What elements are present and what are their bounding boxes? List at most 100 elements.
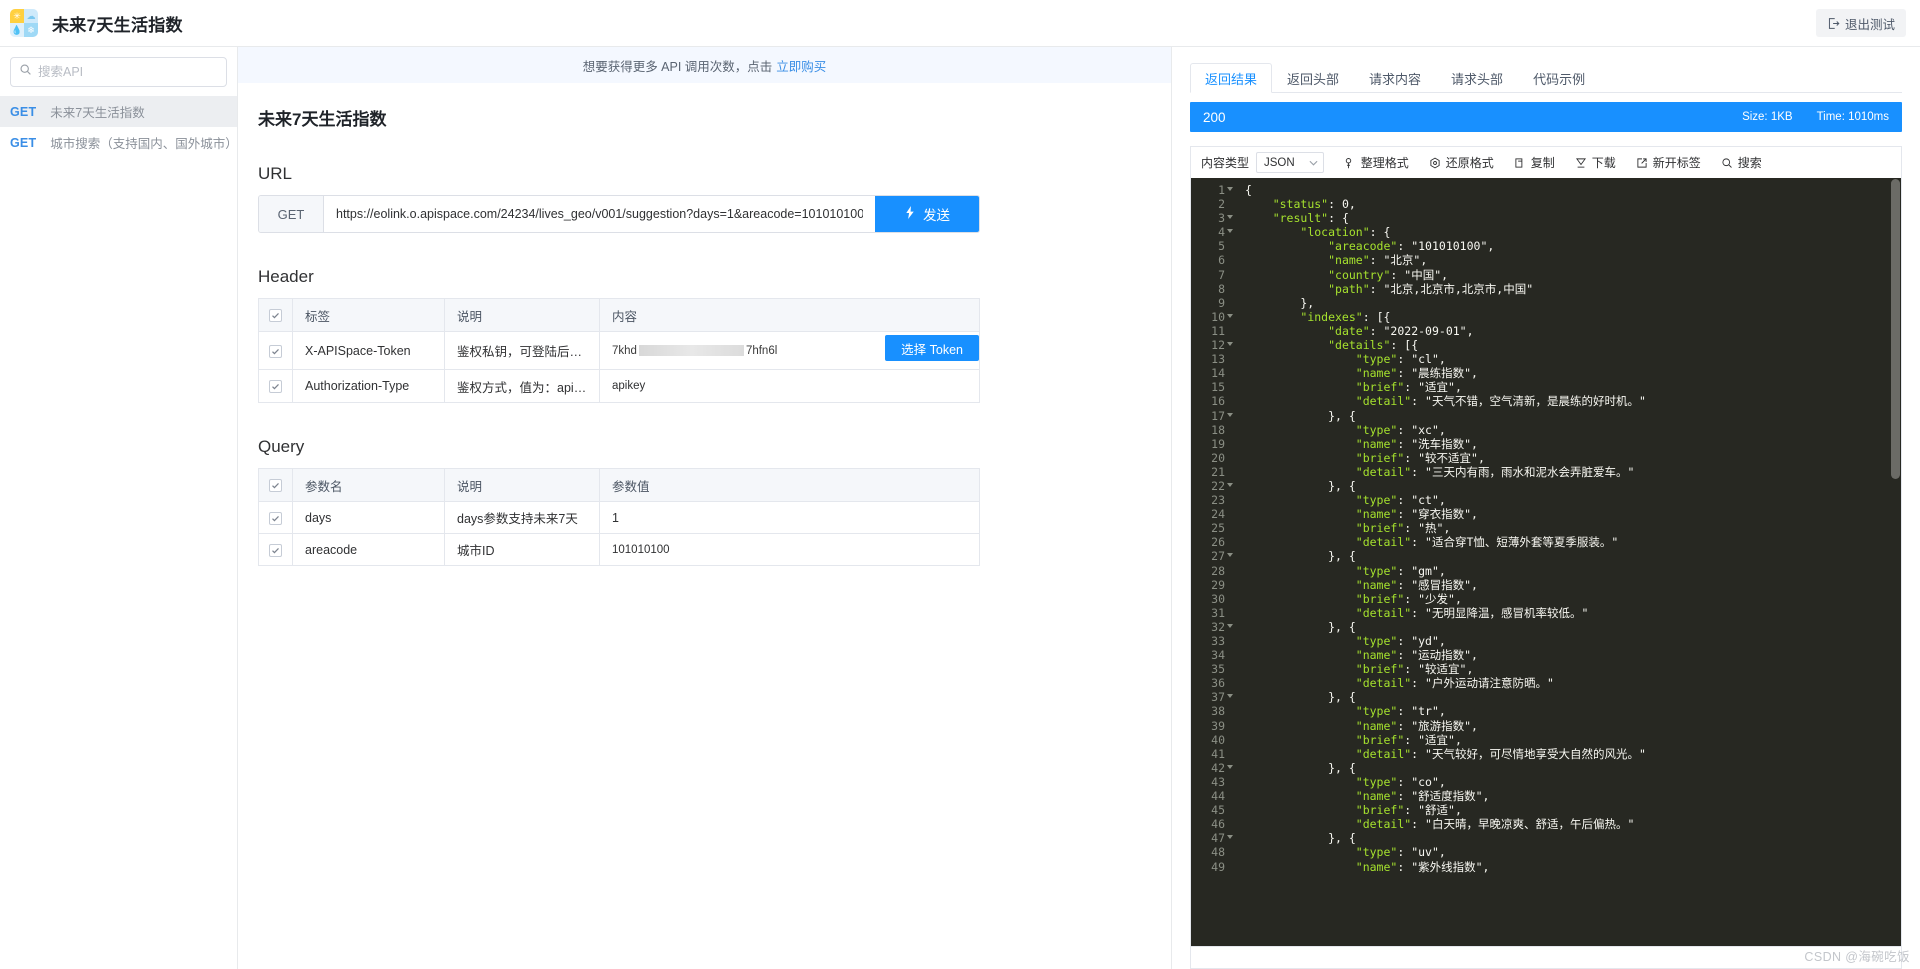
- code-line: "type": "cl",: [1355, 352, 1446, 367]
- code-fold-icon[interactable]: [1227, 482, 1233, 487]
- tab-request-headers[interactable]: 请求头部: [1436, 63, 1518, 93]
- code-line: }, {: [1245, 549, 1356, 564]
- url-method-label[interactable]: GET: [259, 196, 324, 232]
- code-line: "name": "北京",: [1328, 253, 1428, 268]
- row-checkbox[interactable]: [269, 380, 282, 394]
- send-button[interactable]: 发送: [875, 196, 979, 232]
- response-code-editor[interactable]: 1 2 3 4 5 6 7 8 9 10 11 12 13 14 15 16 17 18 19 20 21 22 23 24 2…: [1190, 178, 1902, 947]
- code-fold-icon[interactable]: [1227, 342, 1233, 347]
- code-line-number: 15: [1211, 380, 1225, 395]
- restore-button[interactable]: 还原格式: [1429, 154, 1494, 171]
- code-search-button[interactable]: 搜索: [1721, 154, 1762, 171]
- code-fold-icon[interactable]: [1227, 553, 1233, 558]
- select-token-button[interactable]: 选择 Token: [885, 335, 979, 361]
- header-row-name: X-APISpace-Token: [292, 331, 445, 370]
- code-fold-icon[interactable]: [1227, 412, 1233, 417]
- status-meta: Size: 1KB Time: 1010ms: [1742, 111, 1889, 123]
- new-tab-icon: [1636, 157, 1648, 169]
- code-fold-icon[interactable]: [1227, 313, 1233, 318]
- api-detail-panel: 想要获得更多 API 调用次数，点击 立即购买 未来7天生活指数 URL GET…: [238, 47, 1172, 969]
- code-line-number: 26: [1211, 535, 1225, 550]
- tab-request-body[interactable]: 请求内容: [1354, 63, 1436, 93]
- sidebar-item-api-0[interactable]: GET 未来7天生活指数: [0, 96, 237, 127]
- buy-now-link[interactable]: 立即购买: [776, 56, 826, 75]
- row-checkbox[interactable]: [269, 344, 282, 358]
- code-line: "detail": "天气较好，可尽情地享受大自然的风光。": [1355, 746, 1646, 761]
- code-line-number: 25: [1211, 521, 1225, 536]
- code-fold-icon[interactable]: [1227, 229, 1233, 234]
- code-line: },: [1245, 295, 1315, 310]
- sidebar: GET 未来7天生活指数 GET 城市搜索（支持国内、国外城市）: [0, 47, 238, 969]
- header-col-name: 标签: [292, 298, 445, 332]
- status-code: 200: [1203, 109, 1226, 125]
- code-scrollbar-thumb[interactable]: [1891, 179, 1900, 479]
- header-row-value-cell[interactable]: 7khd 7hfn6l 选择 Token: [599, 331, 980, 370]
- send-label: 发送: [923, 208, 950, 223]
- query-col-value: 参数值: [599, 468, 980, 502]
- code-line: }, {: [1245, 619, 1356, 634]
- main-body: GET 未来7天生活指数 GET 城市搜索（支持国内、国外城市） 想要获得更多 …: [0, 47, 1920, 969]
- select-all-checkbox[interactable]: [269, 479, 282, 493]
- restore-icon: [1429, 157, 1441, 169]
- tab-code-sample[interactable]: 代码示例: [1518, 63, 1600, 93]
- copy-button[interactable]: 复制: [1514, 154, 1555, 171]
- code-line-number: 40: [1211, 732, 1225, 747]
- code-line-number: 9: [1218, 295, 1225, 310]
- row-checkbox[interactable]: [269, 511, 282, 525]
- query-row-desc: days参数支持未来7天: [444, 501, 600, 534]
- query-row-value[interactable]: 101010100: [599, 533, 980, 566]
- logout-label: 退出测试: [1844, 17, 1895, 32]
- purchase-notice: 想要获得更多 API 调用次数，点击 立即购买: [238, 47, 1171, 83]
- row-checkbox-cell[interactable]: [258, 533, 293, 566]
- purchase-notice-text: 想要获得更多 API 调用次数，点击: [582, 59, 773, 74]
- query-row-value[interactable]: 1: [599, 501, 980, 534]
- code-line-number: 42: [1191, 761, 1233, 775]
- logout-button[interactable]: 退出测试: [1815, 9, 1906, 37]
- tab-return-result[interactable]: 返回结果: [1190, 63, 1273, 93]
- row-checkbox-cell[interactable]: [258, 501, 293, 534]
- code-fold-icon[interactable]: [1227, 694, 1233, 699]
- download-button[interactable]: 下载: [1575, 154, 1616, 171]
- api-detail-scroll[interactable]: 未来7天生活指数 URL GET 发送 Header: [238, 83, 1171, 969]
- row-checkbox-cell[interactable]: [258, 369, 293, 403]
- code-line: }, {: [1245, 690, 1356, 705]
- code-scrollbar[interactable]: [1891, 179, 1900, 945]
- code-line-number: 34: [1211, 648, 1225, 663]
- logo-quadrant-drop: 💧: [10, 23, 24, 37]
- code-line-number: 6: [1218, 253, 1225, 268]
- status-bar: 200 Size: 1KB Time: 1010ms: [1190, 102, 1902, 132]
- code-fold-icon[interactable]: [1227, 187, 1233, 191]
- code-line: "type": "co",: [1355, 774, 1446, 789]
- table-row: X-APISpace-Token 鉴权私钥，可登陆后在管… 7khd 7hfn6…: [258, 331, 980, 370]
- code-line-number: 48: [1211, 845, 1225, 860]
- row-checkbox-cell[interactable]: [258, 331, 293, 370]
- code-line: "result": {: [1272, 211, 1349, 226]
- code-fold-icon[interactable]: [1227, 215, 1233, 220]
- sidebar-item-api-1[interactable]: GET 城市搜索（支持国内、国外城市）: [0, 127, 238, 158]
- code-fold-icon[interactable]: [1227, 835, 1233, 840]
- code-fold-icon[interactable]: [1227, 623, 1233, 628]
- code-content[interactable]: { "status": 0, "result": { "location": {…: [1229, 178, 1901, 946]
- code-line: "type": "yd",: [1355, 634, 1446, 648]
- query-select-all-cell[interactable]: [258, 468, 293, 502]
- format-button[interactable]: 整理格式: [1344, 154, 1409, 171]
- search-input[interactable]: [38, 65, 218, 79]
- url-input[interactable]: [324, 196, 875, 232]
- content-type-select[interactable]: JSON: [1256, 152, 1324, 173]
- app-logo-icon: ✳ ☁ 💧 ❄: [10, 9, 38, 37]
- new-tab-button[interactable]: 新开标签: [1636, 154, 1701, 171]
- header-row-value[interactable]: apikey: [599, 369, 980, 403]
- code-fold-icon[interactable]: [1227, 764, 1233, 769]
- header-select-all-cell[interactable]: [258, 298, 293, 332]
- code-line: "detail": "适合穿T恤、短薄外套等夏季服装。": [1355, 535, 1619, 550]
- search-box[interactable]: [10, 57, 227, 87]
- code-line-number: 18: [1211, 422, 1225, 437]
- app-title: 未来7天生活指数: [52, 15, 183, 35]
- select-all-checkbox[interactable]: [269, 309, 282, 323]
- code-line: "details": [{: [1328, 338, 1419, 353]
- code-line: "type": "tr",: [1355, 704, 1446, 719]
- row-checkbox[interactable]: [269, 543, 282, 557]
- code-line-number: 7: [1218, 267, 1225, 282]
- code-line-numbers: 1 2 3 4 5 6 7 8 9 10 11 12 13 14 15 16 17 18 19 20 21 22 23 24 2…: [1191, 178, 1233, 946]
- tab-return-headers[interactable]: 返回头部: [1272, 63, 1354, 93]
